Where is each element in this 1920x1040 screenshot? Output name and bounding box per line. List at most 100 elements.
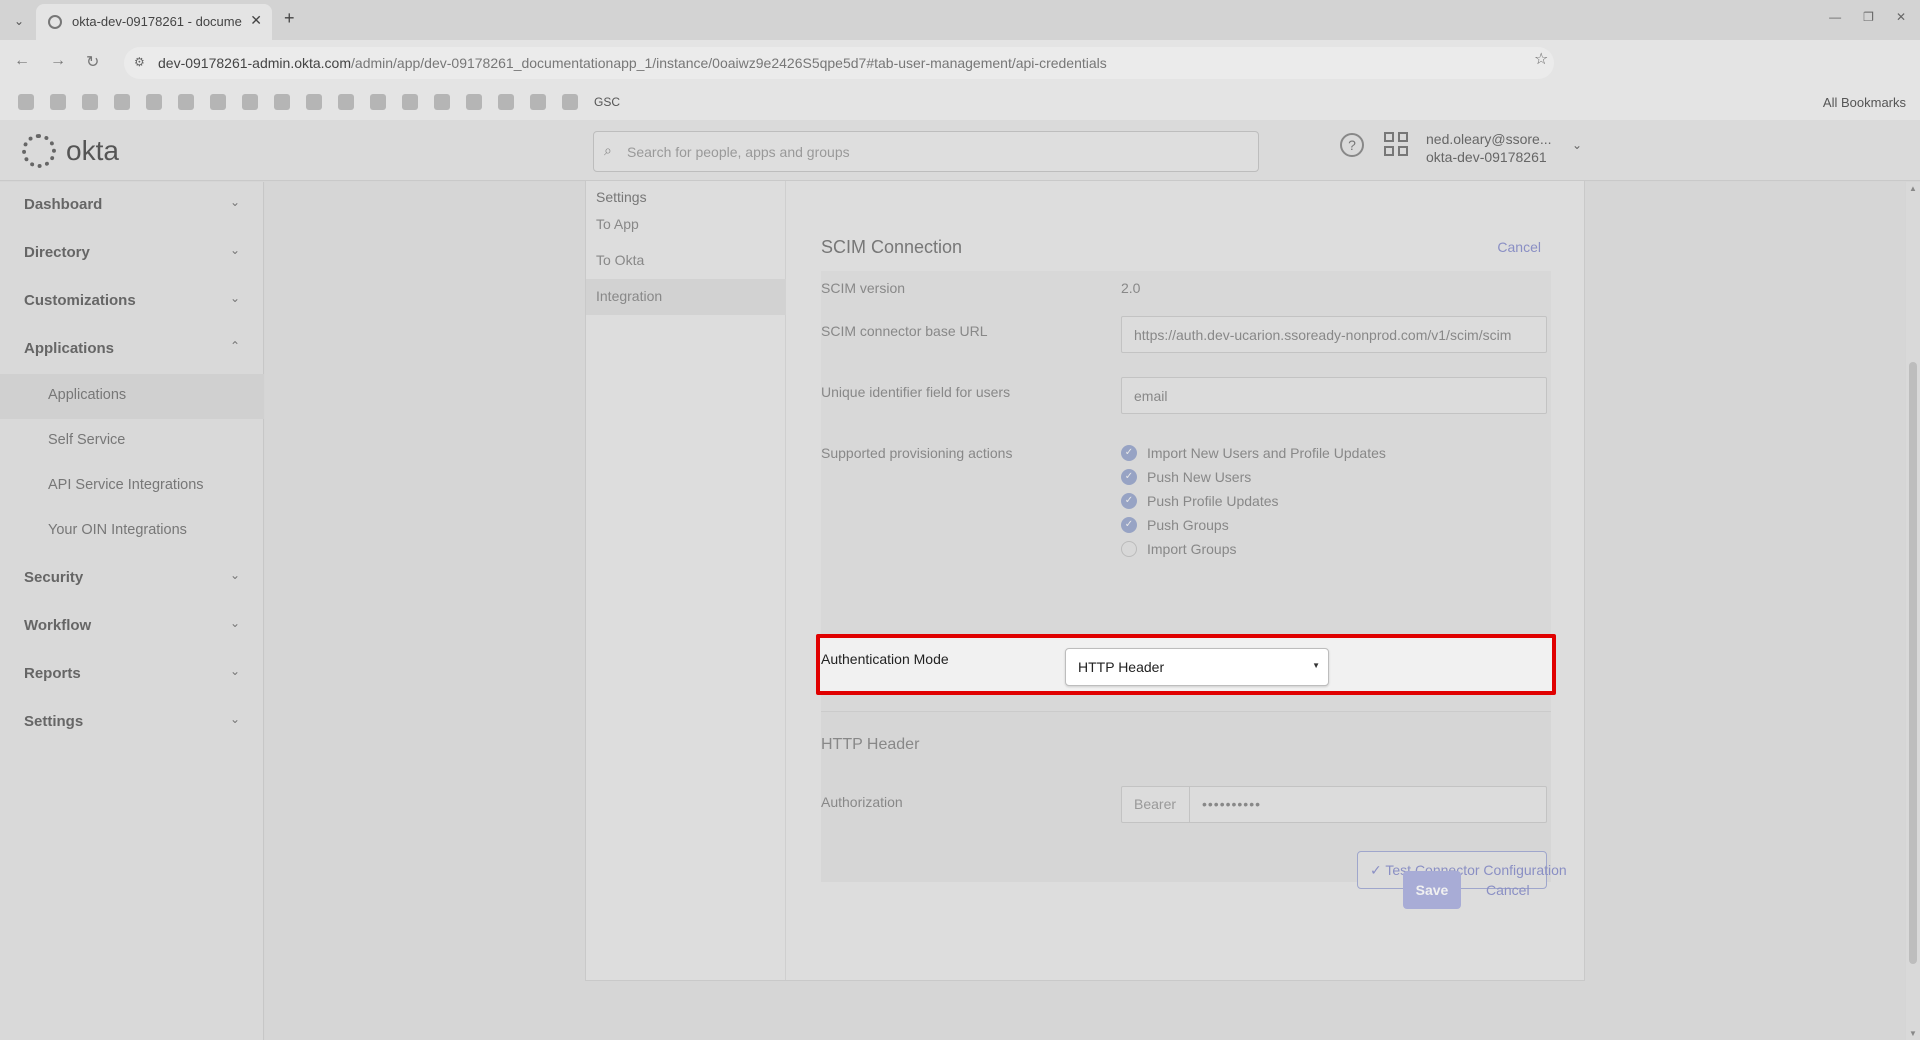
sidebar-subitem-label: Applications <box>48 387 127 403</box>
bookmark-icon[interactable] <box>50 94 66 110</box>
bookmark-icon[interactable] <box>82 94 98 110</box>
logo-text: okta <box>66 135 119 166</box>
http-header-panel: HTTP Header Authorization Bearer •••••••… <box>821 712 1567 889</box>
auth-mode-select[interactable]: HTTP Header ▼ <box>1065 648 1329 686</box>
reload-icon[interactable]: ↻ <box>86 52 99 72</box>
settings-nav-label: Integration <box>596 288 663 304</box>
search-input[interactable]: ⌕ Search for people, apps and groups <box>593 131 1259 172</box>
bookmark-icon[interactable] <box>530 94 546 110</box>
bearer-token-value: •••••••••• <box>1202 796 1262 812</box>
help-icon[interactable]: ? <box>1340 133 1364 157</box>
bookmark-star-icon[interactable]: ☆ <box>1534 49 1548 69</box>
sidebar-subitem-applications[interactable]: Applications <box>0 374 264 419</box>
page-scrollbar[interactable]: ▲ ▼ <box>1906 182 1920 1040</box>
new-tab-icon[interactable]: + <box>284 8 295 29</box>
chevron-down-icon: ⌄ <box>229 712 240 726</box>
scim-connection-form: SCIM Connection Cancel SCIM version 2.0 … <box>816 181 1567 980</box>
caret-down-icon: ▼ <box>1312 661 1320 670</box>
sidebar-item-label: Dashboard <box>24 196 103 213</box>
bookmark-gsc[interactable]: GSC <box>594 95 620 109</box>
notion-icon[interactable] <box>562 94 578 110</box>
checkbox-push-groups[interactable]: ✓ Push Groups <box>1121 517 1229 533</box>
save-button[interactable]: Save <box>1403 871 1461 909</box>
settings-nav-label: To App <box>596 216 639 232</box>
bookmark-icon[interactable] <box>498 94 514 110</box>
user-menu[interactable]: ned.oleary@ssore... okta-dev-09178261 <box>1426 130 1552 166</box>
all-bookmarks[interactable]: All Bookmarks <box>1823 95 1906 110</box>
url-path: /admin/app/dev-09178261_documentationapp… <box>351 55 1107 71</box>
back-icon[interactable]: ← <box>14 52 30 70</box>
bookmark-icon[interactable] <box>306 94 322 110</box>
bookmark-icon[interactable] <box>210 94 226 110</box>
chevron-down-icon: ⌄ <box>229 291 240 305</box>
sidebar-item-workflow[interactable]: Workflow ⌄ <box>0 603 264 651</box>
forward-icon[interactable]: → <box>50 52 66 70</box>
browser-tab[interactable]: okta-dev-09178261 - documentationapp_1 ✕ <box>36 4 272 40</box>
bookmark-icon[interactable] <box>338 94 354 110</box>
chevron-down-icon: ⌄ <box>229 568 240 582</box>
sidebar-item-applications[interactable]: Applications ⌃ <box>0 326 264 374</box>
bookmark-icon[interactable] <box>434 94 450 110</box>
checkbox-push-new-users[interactable]: ✓ Push New Users <box>1121 469 1251 485</box>
chevron-down-icon: ⌄ <box>229 195 240 209</box>
tab-search-chevron-icon[interactable]: ⌄ <box>8 10 30 32</box>
checkbox-checked-icon: ✓ <box>1121 445 1137 461</box>
close-window-icon[interactable]: ✕ <box>1896 10 1906 24</box>
cancel-link-top[interactable]: Cancel <box>1497 239 1541 255</box>
restore-icon[interactable]: ❐ <box>1863 10 1874 24</box>
bookmark-icon[interactable] <box>402 94 418 110</box>
url-host: dev-09178261-admin.okta.com <box>158 55 352 71</box>
checkbox-push-profile-updates[interactable]: ✓ Push Profile Updates <box>1121 493 1279 509</box>
app-switcher-icon[interactable] <box>1384 132 1408 156</box>
checkbox-import-groups[interactable]: Import Groups <box>1121 541 1236 557</box>
sidebar-item-reports[interactable]: Reports ⌄ <box>0 651 264 699</box>
bookmark-icon[interactable] <box>274 94 290 110</box>
scroll-thumb[interactable] <box>1909 362 1917 964</box>
bookmark-icon[interactable] <box>178 94 194 110</box>
site-info-icon[interactable]: ⚙ <box>134 55 145 69</box>
chevron-down-icon[interactable]: ⌄ <box>1572 138 1582 152</box>
sidebar-subitem-your-oin-integrations[interactable]: Your OIN Integrations <box>0 509 264 554</box>
sidebar-subitem-api-service-integrations[interactable]: API Service Integrations <box>0 464 264 509</box>
okta-logo[interactable]: okta <box>22 134 119 168</box>
bookmark-icon[interactable] <box>242 94 258 110</box>
form-title: SCIM Connection <box>821 237 963 257</box>
sidebar-subitem-self-service[interactable]: Self Service <box>0 419 264 464</box>
sidebar-item-directory[interactable]: Directory ⌄ <box>0 230 264 278</box>
settings-nav-to-app[interactable]: To App <box>586 207 786 243</box>
checkbox-import-new-users[interactable]: ✓ Import New Users and Profile Updates <box>1121 445 1386 461</box>
search-icon: ⌕ <box>604 142 612 158</box>
sidebar-item-label: Directory <box>24 244 90 261</box>
scroll-down-icon[interactable]: ▼ <box>1909 1029 1917 1038</box>
tab-close-icon[interactable]: ✕ <box>250 12 262 29</box>
sidebar-item-customizations[interactable]: Customizations ⌄ <box>0 278 264 326</box>
main-content: Settings To App To Okta Integration SCIM… <box>265 180 1905 1040</box>
base-url-field[interactable]: https://auth.dev-ucarion.ssoready-nonpro… <box>1121 316 1547 353</box>
auth-mode-label: Authentication Mode <box>821 651 949 667</box>
http-header-title: HTTP Header <box>821 736 920 753</box>
authorization-label: Authorization <box>821 794 903 810</box>
checkbox-unchecked-icon <box>1121 541 1137 557</box>
scroll-up-icon[interactable]: ▲ <box>1909 184 1917 193</box>
settings-nav-integration[interactable]: Integration <box>586 279 786 315</box>
checkbox-checked-icon: ✓ <box>1121 469 1137 485</box>
settings-nav-to-okta[interactable]: To Okta <box>586 243 786 279</box>
chevron-down-icon: ⌄ <box>229 243 240 257</box>
sidebar-item-settings[interactable]: Settings ⌄ <box>0 699 264 747</box>
cancel-link-bottom[interactable]: Cancel <box>1486 882 1530 898</box>
unique-id-field[interactable]: email <box>1121 377 1547 414</box>
bookmark-icon[interactable] <box>114 94 130 110</box>
github-icon[interactable] <box>370 94 386 110</box>
url-field[interactable]: ⚙ dev-09178261-admin.okta.com/admin/app/… <box>124 47 1554 79</box>
sidebar-item-dashboard[interactable]: Dashboard ⌄ <box>0 182 264 230</box>
sidebar-item-label: Workflow <box>24 617 92 634</box>
okta-logo-icon <box>22 134 56 168</box>
minimize-icon[interactable]: — <box>1829 10 1841 24</box>
unique-id-label: Unique identifier field for users <box>821 384 1011 400</box>
authorization-field[interactable]: Bearer •••••••••• <box>1121 786 1547 823</box>
settings-nav: Settings To App To Okta Integration <box>586 181 786 980</box>
sidebar-item-security[interactable]: Security ⌄ <box>0 555 264 603</box>
bookmark-icon[interactable] <box>146 94 162 110</box>
apps-grid-icon[interactable] <box>18 94 34 110</box>
bookmark-icon[interactable] <box>466 94 482 110</box>
